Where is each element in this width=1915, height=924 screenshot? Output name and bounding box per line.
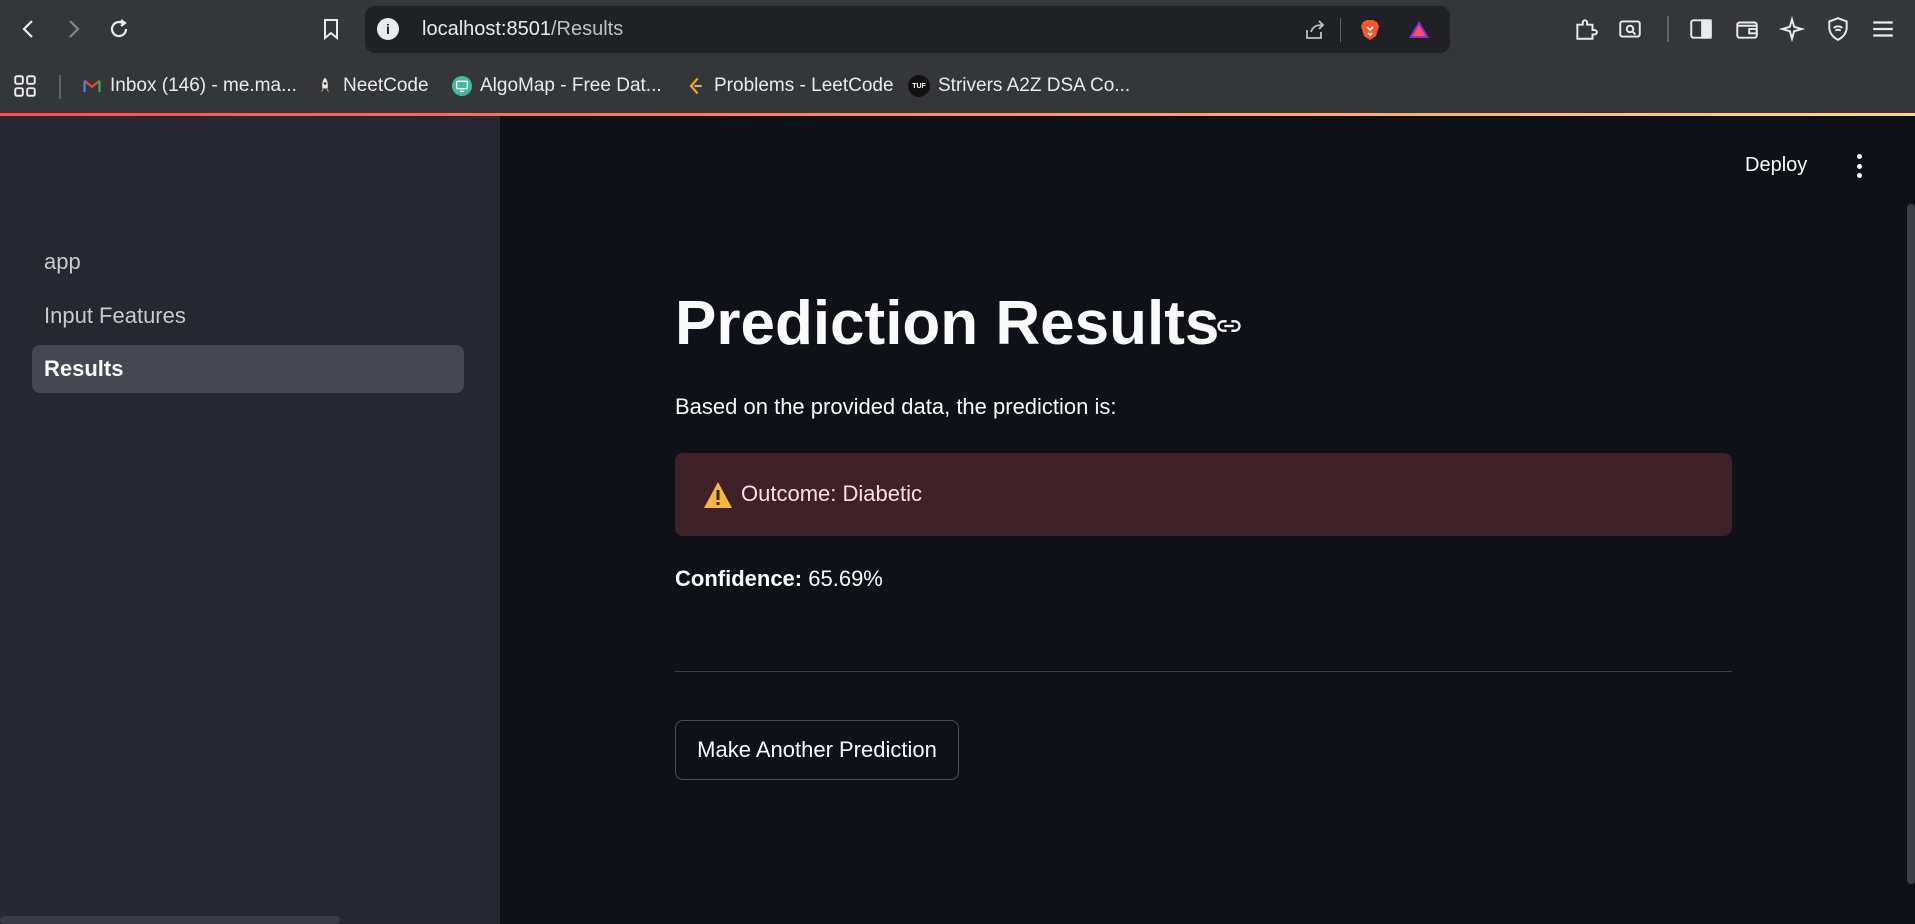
reload-icon[interactable] (104, 14, 134, 44)
sidebar-item-label: Input Features (44, 303, 186, 328)
tuf-icon: TUF (908, 75, 930, 97)
confidence-label: Confidence: (675, 566, 803, 591)
more-options-icon[interactable] (1850, 154, 1868, 178)
url-path: /Results (550, 18, 624, 40)
divider (675, 671, 1732, 672)
toolbar-separator (1667, 16, 1669, 42)
bookmark-strivers[interactable]: TUF Strivers A2Z DSA Co... (908, 71, 1130, 101)
forward-icon[interactable] (58, 14, 88, 44)
site-info-icon[interactable]: i (377, 18, 399, 40)
bookmark-algomap[interactable]: AlgoMap - Free Dat... (452, 71, 662, 101)
brave-shields-icon[interactable] (1358, 18, 1382, 42)
address-separator (1340, 18, 1341, 42)
vpn-shield-icon[interactable] (1825, 16, 1851, 42)
bookmark-label: Inbox (146) - me.ma... (110, 75, 297, 96)
bookmark-label: Strivers A2Z DSA Co... (938, 75, 1131, 96)
share-icon[interactable] (1303, 18, 1327, 42)
leetcode-icon (686, 76, 706, 96)
sidebar-item-label: app (44, 249, 81, 274)
anchor-link-icon[interactable] (1215, 312, 1243, 340)
bookmarks-separator (59, 75, 61, 99)
leo-ai-icon[interactable] (1779, 16, 1805, 42)
deploy-button[interactable]: Deploy (1745, 154, 1807, 177)
sidebar: app Input Features Results (0, 116, 500, 924)
main-content: Deploy Prediction Results Based on the p… (500, 116, 1915, 924)
bookmark-label: NeetCode (343, 75, 429, 96)
algomap-icon (452, 76, 472, 96)
sidebar-scrollbar[interactable] (0, 916, 340, 924)
main-scrollbar[interactable] (1907, 204, 1915, 884)
outcome-text: Outcome: Diabetic (741, 481, 922, 506)
prediction-intro-text: Based on the provided data, the predicti… (675, 394, 1117, 419)
apps-grid-icon[interactable] (12, 71, 38, 101)
bookmark-leetcode[interactable]: Problems - LeetCode (686, 71, 894, 101)
wallet-icon[interactable] (1734, 16, 1760, 42)
sidebar-item-results[interactable]: Results (32, 345, 464, 393)
confidence-text: Confidence: 65.69% (675, 566, 883, 592)
sidebar-item-label: Results (44, 356, 124, 381)
confidence-value: 65.69% (808, 566, 883, 591)
gmail-icon (82, 76, 102, 96)
bookmark-icon[interactable] (316, 14, 346, 44)
extensions-icon[interactable] (1573, 16, 1599, 42)
bookmark-label: Problems - LeetCode (714, 75, 894, 96)
bookmarks-bar: Inbox (146) - me.ma... NeetCode AlgoMap … (0, 61, 1915, 113)
sidebar-toggle-icon[interactable] (1688, 16, 1714, 42)
menu-icon[interactable] (1870, 16, 1896, 42)
outcome-alert: Outcome: Diabetic (675, 453, 1732, 536)
bookmark-neetcode[interactable]: NeetCode (315, 71, 429, 101)
back-icon[interactable] (14, 14, 44, 44)
sidebar-item-input-features[interactable]: Input Features (32, 292, 464, 340)
make-another-prediction-button[interactable]: Make Another Prediction (675, 720, 959, 780)
leo-search-icon[interactable] (1617, 16, 1643, 42)
rocket-icon (315, 76, 335, 96)
browser-toolbar: i localhost:8501/Results (0, 0, 1915, 61)
brave-rewards-icon[interactable] (1407, 18, 1431, 42)
page-title: Prediction Results (675, 289, 1220, 358)
warning-icon (703, 481, 733, 509)
bookmark-label: AlgoMap - Free Dat... (480, 75, 662, 96)
url-host: localhost:8501 (422, 18, 551, 40)
bookmark-inbox[interactable]: Inbox (146) - me.ma... (82, 71, 297, 101)
sidebar-item-app[interactable]: app (32, 238, 464, 286)
address-bar[interactable]: i localhost:8501/Results (365, 6, 1450, 53)
url-text[interactable]: localhost:8501/Results (422, 18, 623, 41)
